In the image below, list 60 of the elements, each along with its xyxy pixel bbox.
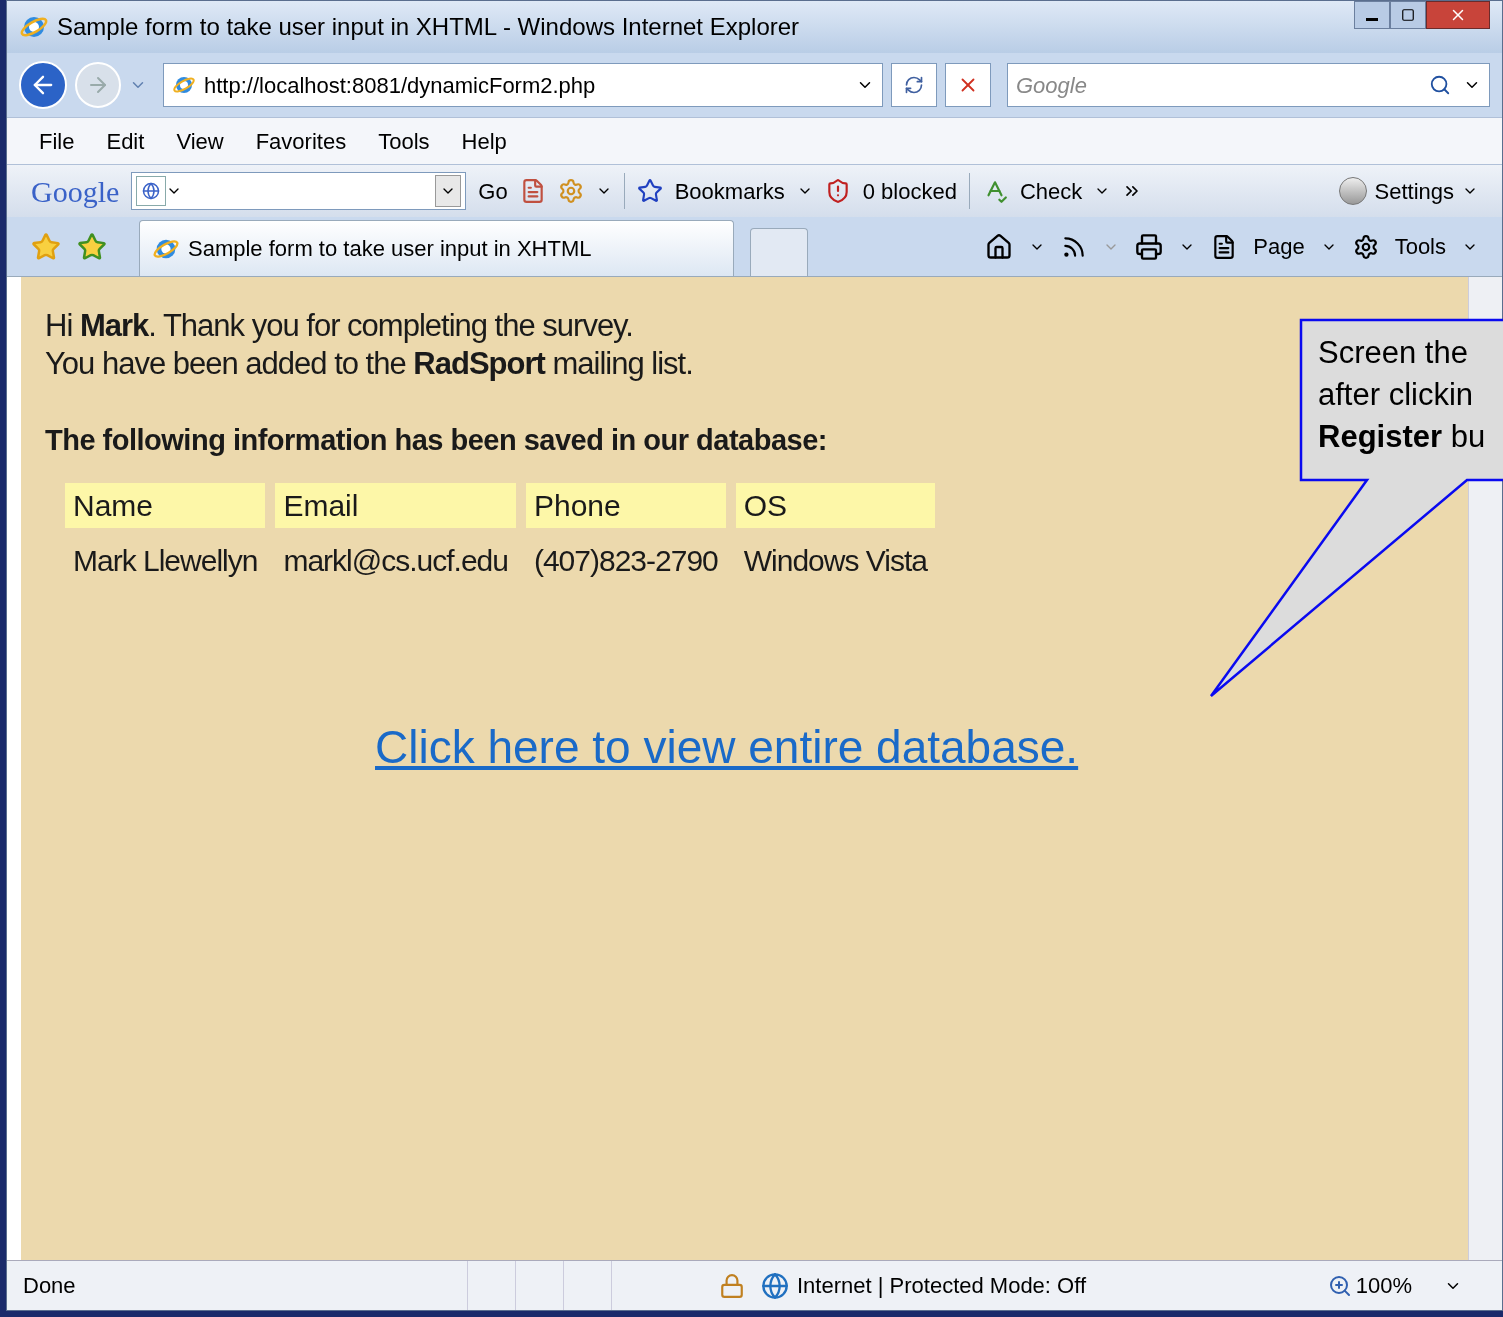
back-button[interactable] [19, 61, 67, 109]
home-icon[interactable] [985, 232, 1014, 261]
callout-text: Register bu [1318, 418, 1486, 456]
url-text: http://localhost:8081/dynamicForm2.php [204, 71, 596, 100]
refresh-icon [904, 75, 924, 95]
tab-title: Sample form to take user input in XHTML [188, 235, 592, 263]
search-icon[interactable] [1429, 74, 1451, 96]
go-button[interactable]: Go [478, 174, 508, 208]
search-field[interactable]: Google [1016, 68, 1429, 102]
gear-icon [1352, 233, 1379, 260]
column-header: Name [65, 482, 266, 528]
minimize-button[interactable] [1354, 1, 1390, 29]
globe-icon [761, 1271, 789, 1300]
menu-item[interactable]: View [176, 124, 224, 158]
menu-item[interactable]: Tools [378, 124, 430, 158]
stop-button[interactable] [945, 63, 991, 107]
blocked-button[interactable]: 0 blocked [862, 174, 957, 208]
dropdown-button[interactable] [435, 175, 462, 207]
menu-item[interactable]: Favorites [255, 124, 347, 158]
view-database-link[interactable]: Click here to view entire database. [375, 720, 1079, 773]
window-title: Sample form to take user input in XHTML - Windows Internet Explorer [57, 12, 800, 42]
maximize-icon [1401, 8, 1415, 22]
browser-tab[interactable]: Sample form to take user input in XHTML [139, 220, 734, 276]
status-text: Done [22, 1272, 77, 1300]
table-cell-text: Mark Llewellyn [72, 542, 259, 579]
page-menu-button[interactable]: Page [1253, 230, 1305, 263]
callout-text: Screen the [1318, 334, 1469, 372]
minimize-icon [1366, 17, 1378, 21]
zoom-level[interactable]: 100% [1355, 1269, 1412, 1302]
search-box[interactable]: Google [1007, 63, 1490, 107]
message-text: Hi Mark. Thank you for completing the survey. [45, 307, 633, 345]
table-cell-text: markl@cs.ucf.edu [282, 542, 509, 579]
table-cell-text: Windows Vista [742, 542, 929, 579]
callout-text: after clickin [1318, 376, 1475, 414]
message-text: You have been added to the RadSport mailing list. [45, 345, 693, 383]
refresh-button[interactable] [891, 63, 937, 107]
column-header: Phone [525, 482, 726, 528]
favorites-star-icon[interactable] [31, 231, 61, 262]
bookmarks-button[interactable]: Bookmarks [674, 174, 785, 208]
google-search-field[interactable] [131, 172, 467, 210]
add-favorites-icon[interactable] [77, 231, 107, 262]
saved-info-heading: The following information has been saved in our database: [45, 423, 827, 458]
security-icon [719, 1272, 745, 1299]
print-icon[interactable] [1135, 232, 1164, 261]
table-cell-text: (407)823-2790 [532, 542, 719, 579]
check-button[interactable]: Check [1019, 174, 1083, 208]
menu-item[interactable]: Edit [106, 124, 145, 158]
close-button[interactable] [1426, 1, 1490, 29]
zoom-icon [1327, 1273, 1352, 1298]
google-logo: Google [31, 173, 120, 210]
address-field[interactable]: http://localhost:8081/dynamicForm2.php [163, 63, 883, 107]
star-icon[interactable] [636, 178, 663, 204]
menu-item[interactable]: Help [461, 124, 507, 158]
column-header: Email [275, 482, 516, 528]
settings-button[interactable]: Settings [1374, 174, 1454, 208]
zone-text: Internet | Protected Mode: Off [797, 1272, 1087, 1300]
column-header: OS [735, 482, 935, 528]
tools-menu-button[interactable]: Tools [1394, 230, 1446, 263]
menu-item[interactable]: File [39, 124, 75, 158]
maximize-button[interactable] [1390, 1, 1426, 29]
